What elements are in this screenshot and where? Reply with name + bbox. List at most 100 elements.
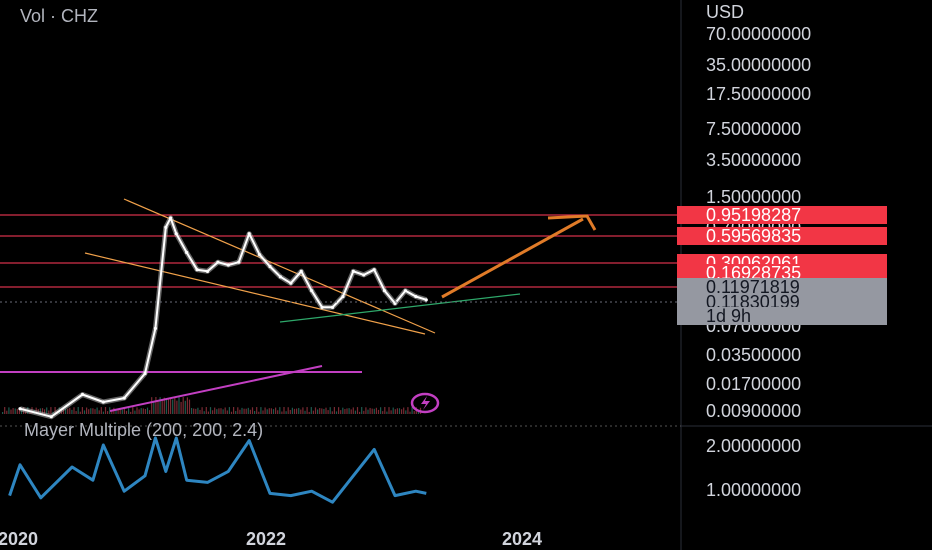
volume-bar <box>249 409 251 414</box>
volume-bar <box>96 407 98 414</box>
volume-bar <box>212 410 214 414</box>
price-point <box>18 407 22 411</box>
volume-bar <box>178 397 180 414</box>
volume-bar <box>411 407 413 414</box>
price-point <box>237 260 241 264</box>
volume-bar <box>310 407 312 414</box>
price-point <box>289 281 293 285</box>
price-point <box>216 260 220 264</box>
volume-bar <box>228 407 230 414</box>
volume-bar <box>268 408 270 414</box>
volume-bar <box>277 410 279 414</box>
volume-bar <box>239 409 241 414</box>
volume-bar <box>283 407 285 414</box>
volume-bar <box>220 408 222 414</box>
price-point <box>164 225 168 229</box>
volume-bar <box>392 407 394 414</box>
volume-bar <box>308 411 310 414</box>
volume-bar <box>375 407 377 414</box>
volume-bar <box>195 408 197 414</box>
volume-bar <box>222 409 224 414</box>
time-tick-label: 2024 <box>502 529 542 549</box>
price-point <box>414 294 418 299</box>
volume-bar <box>398 408 401 414</box>
price-point <box>101 400 105 404</box>
volume-bar <box>270 408 272 414</box>
price-point <box>247 232 251 236</box>
volume-bar <box>107 411 109 414</box>
volume-bar <box>138 409 140 414</box>
volume-bar <box>83 410 86 414</box>
volume-bar <box>8 407 10 414</box>
chart-title: Vol · CHZ <box>20 6 98 26</box>
volume-bar <box>216 409 218 414</box>
volume-bar <box>262 410 264 414</box>
volume-bar <box>199 409 201 414</box>
volume-bar <box>197 407 199 414</box>
volume-bar <box>188 399 191 414</box>
price-point <box>226 263 230 267</box>
price-chart[interactable]: Vol · CHZ USD Mayer Multiple (200, 200, … <box>0 0 932 550</box>
volume-bar <box>100 407 102 414</box>
price-point <box>268 264 272 269</box>
volume-bar <box>304 410 306 414</box>
volume-bar <box>251 407 254 414</box>
volume-bar <box>359 411 361 414</box>
volume-bar <box>132 407 134 414</box>
volume-bar <box>331 411 333 414</box>
volume-bar <box>142 408 144 414</box>
volume-bar <box>92 408 94 414</box>
volume-bar <box>230 411 233 414</box>
price-point <box>185 250 189 255</box>
volume-bar <box>153 401 155 414</box>
volume-bar <box>371 408 373 414</box>
volume-bar <box>329 407 331 414</box>
volume-bar <box>254 410 256 414</box>
volume-bar <box>241 407 243 414</box>
volume-bar <box>73 407 75 414</box>
price-tick-label: 0.00900000 <box>706 401 801 421</box>
price-tick-label: 0.03500000 <box>706 345 801 365</box>
volume-bar <box>386 411 388 414</box>
volume-bar <box>369 407 371 414</box>
volume-bar <box>170 398 172 414</box>
volume-bar <box>121 409 123 414</box>
price-point <box>403 289 408 293</box>
price-point <box>278 275 283 279</box>
volume-bar <box>396 408 398 414</box>
volume-bar <box>237 407 239 414</box>
volume-bar <box>167 398 170 414</box>
price-tick-label: 17.50000000 <box>706 84 811 104</box>
volume-bar <box>354 410 356 414</box>
volume-bar <box>390 410 392 414</box>
price-point <box>257 253 262 257</box>
volume-bar <box>50 407 52 414</box>
volume-bar <box>243 408 245 414</box>
volume-bar <box>382 411 384 414</box>
volume-bar <box>172 399 174 414</box>
volume-bar <box>90 408 92 414</box>
volume-bar <box>191 407 193 414</box>
volume-bar <box>275 407 277 414</box>
volume-bar <box>79 411 81 414</box>
volume-bar <box>356 407 359 414</box>
volume-bar <box>174 397 176 414</box>
volume-bar <box>157 401 159 414</box>
price-point <box>174 232 178 236</box>
volume-bar <box>176 400 178 414</box>
volume-bar <box>296 408 298 414</box>
volume-bar <box>136 407 138 414</box>
price-tag-label: 0.95198287 <box>706 205 801 225</box>
volume-bar <box>125 410 128 414</box>
volume-bar <box>86 407 88 414</box>
indicator-title[interactable]: Mayer Multiple (200, 200, 2.4) <box>24 420 263 440</box>
volume-bar <box>319 408 321 414</box>
volume-bar <box>218 408 220 414</box>
volume-bar <box>184 400 186 414</box>
price-point <box>299 269 303 273</box>
price-point <box>310 289 314 293</box>
volume-bar <box>409 411 411 414</box>
volume-bar <box>104 407 107 414</box>
volume-bar <box>388 407 390 414</box>
price-tick-label: 70.00000000 <box>706 24 811 44</box>
